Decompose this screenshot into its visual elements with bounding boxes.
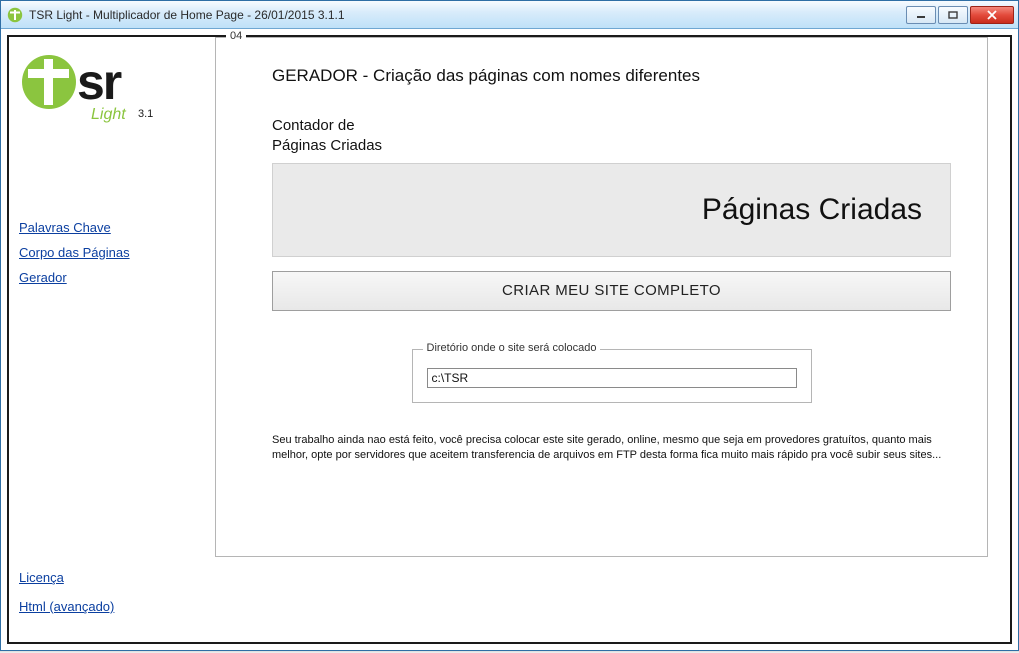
svg-text:3.1: 3.1	[138, 108, 153, 120]
sidebar-link-licenca[interactable]: Licença	[19, 570, 201, 585]
sidebar-nav: Palavras Chave Corpo das Páginas Gerador	[19, 220, 201, 285]
main-panel: 04 GERADOR - Criação das páginas com nom…	[209, 37, 1010, 642]
page-heading: GERADOR - Criação das páginas com nomes …	[272, 66, 951, 86]
directory-fieldset: Diretório onde o site será colocado	[412, 349, 812, 403]
directory-legend: Diretório onde o site será colocado	[423, 342, 601, 354]
pages-created-text: Páginas Criadas	[702, 193, 922, 227]
sidebar-bottom: Licença Html (avançado)	[19, 570, 201, 630]
fieldset-legend: 04	[226, 30, 246, 42]
svg-text:sr: sr	[77, 54, 122, 110]
svg-text:Light: Light	[91, 106, 126, 123]
minimize-button[interactable]	[906, 6, 936, 24]
gerador-fieldset: 04 GERADOR - Criação das páginas com nom…	[215, 37, 988, 557]
maximize-button[interactable]	[938, 6, 968, 24]
sidebar-link-palavras-chave[interactable]: Palavras Chave	[19, 220, 201, 235]
create-site-button[interactable]: CRIAR MEU SITE COMPLETO	[272, 271, 951, 311]
sidebar-link-gerador[interactable]: Gerador	[19, 270, 201, 285]
window-title: TSR Light - Multiplicador de Home Page -…	[29, 8, 906, 22]
sidebar-link-corpo-paginas[interactable]: Corpo das Páginas	[19, 245, 201, 260]
sidebar-link-html-avancado[interactable]: Html (avançado)	[19, 599, 201, 614]
footer-note: Seu trabalho ainda nao está feito, você …	[272, 433, 951, 465]
counter-label: Contador de Páginas Criadas	[272, 116, 951, 157]
window-buttons	[906, 6, 1014, 24]
titlebar[interactable]: TSR Light - Multiplicador de Home Page -…	[1, 1, 1018, 29]
pages-created-display: Páginas Criadas	[272, 163, 951, 257]
counter-label-line1: Contador de	[272, 117, 355, 134]
counter-label-line2: Páginas Criadas	[272, 137, 382, 154]
app-window: TSR Light - Multiplicador de Home Page -…	[0, 0, 1019, 651]
directory-input[interactable]	[427, 368, 797, 388]
logo: sr Light 3.1	[19, 45, 201, 130]
sidebar: sr Light 3.1 Palavras Chave Corpo das Pá…	[9, 37, 209, 642]
app-icon	[7, 7, 23, 23]
close-button[interactable]	[970, 6, 1014, 24]
